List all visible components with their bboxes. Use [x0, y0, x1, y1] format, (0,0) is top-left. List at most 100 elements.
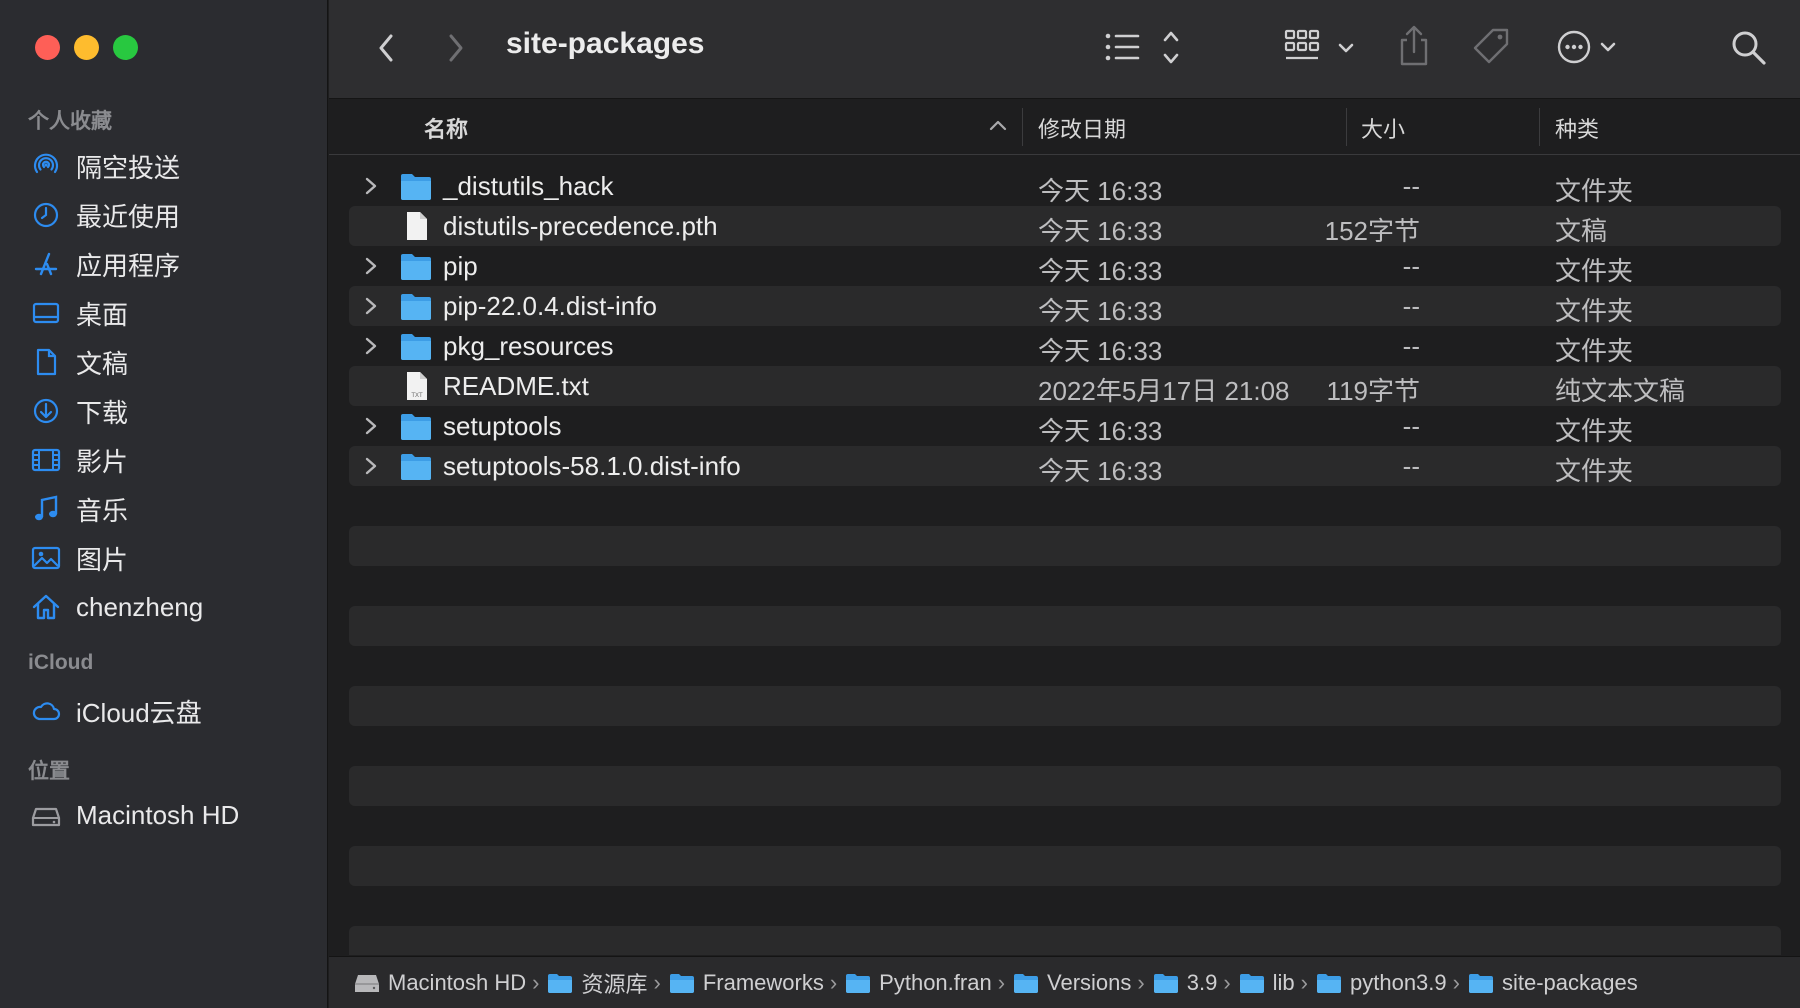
folder-icon [1014, 973, 1039, 993]
file-kind: 文件夹 [1555, 456, 1634, 486]
forward-button[interactable] [441, 30, 471, 66]
sidebar-item-airdrop[interactable]: 隔空投送 [28, 143, 318, 189]
path-item[interactable]: Macintosh HD › [354, 970, 547, 996]
locations-heading: 位置 [28, 760, 70, 783]
finder-window: 个人收藏 隔空投送 最近使用 应用程序 桌面 文稿 下载 影片 音乐 图片 ch… [0, 0, 1800, 1008]
search-button[interactable] [1729, 28, 1769, 68]
sidebar-item-label: chenzheng [76, 591, 204, 622]
file-date: 2022年5月17日 21:08 [1038, 376, 1290, 406]
document-file-icon [407, 212, 427, 240]
file-list: _distutils_hack 今天 16:33 -- 文件夹 distutil… [329, 155, 1800, 955]
toolbar: site-packages [329, 0, 1800, 99]
path-item[interactable]: 3.9 › [1153, 970, 1239, 996]
icloud-heading: iCloud [28, 651, 94, 674]
clock-icon [28, 197, 64, 233]
column-divider[interactable] [1539, 108, 1540, 146]
list-view-icon [1105, 31, 1179, 64]
empty-row-stripe [349, 686, 1781, 726]
favorites-heading: 个人收藏 [28, 110, 112, 133]
column-size-header[interactable]: 大小 [1361, 112, 1405, 144]
file-kind: 文件夹 [1555, 256, 1634, 286]
path-item[interactable]: lib › [1239, 970, 1316, 996]
column-kind-header[interactable]: 种类 [1555, 112, 1599, 144]
tags-button[interactable] [1471, 26, 1513, 68]
path-item[interactable]: Python.fran › [845, 970, 1013, 996]
back-button[interactable] [371, 30, 401, 66]
column-name-header[interactable]: 名称 [424, 112, 468, 144]
column-divider[interactable] [1346, 108, 1347, 146]
chevron-right-icon [449, 34, 463, 62]
file-name: _distutils_hack [443, 171, 614, 201]
disclosure-triangle-icon[interactable] [361, 175, 381, 197]
sidebar-item-label: 桌面 [76, 299, 129, 330]
file-row[interactable]: distutils-precedence.pth 今天 16:33 152字节 … [349, 206, 1781, 246]
desktop-icon [28, 295, 64, 331]
close-window-button[interactable] [35, 35, 60, 60]
zoom-window-button[interactable] [113, 35, 138, 60]
file-row[interactable]: TXT README.txt 2022年5月17日 21:08 119字节 纯文… [349, 366, 1781, 406]
path-separator-icon: › [532, 969, 540, 995]
file-row[interactable]: pkg_resources 今天 16:33 -- 文件夹 [349, 326, 1781, 366]
more-actions-button[interactable] [1557, 26, 1621, 68]
file-kind: 文件夹 [1555, 416, 1634, 446]
path-separator-icon: › [1300, 969, 1308, 995]
sidebar-item-icloud-drive[interactable]: iCloud云盘 [28, 688, 318, 734]
path-item[interactable]: python3.9 › [1316, 970, 1468, 996]
sidebar-item-recents[interactable]: 最近使用 [28, 192, 318, 238]
column-date-header[interactable]: 修改日期 [1038, 112, 1126, 144]
disclosure-triangle-icon[interactable] [361, 255, 381, 277]
file-row[interactable]: _distutils_hack 今天 16:33 -- 文件夹 [349, 166, 1781, 206]
path-bar: Macintosh HD › 资源库 › Frameworks › Python… [329, 956, 1800, 1008]
folder-icon [669, 973, 694, 993]
file-date: 今天 16:33 [1038, 416, 1163, 446]
sidebar-item-downloads[interactable]: 下载 [28, 388, 318, 434]
file-kind: 文件夹 [1555, 336, 1634, 366]
path-separator-icon: › [1223, 969, 1231, 995]
file-kind: 文稿 [1555, 216, 1608, 246]
airdrop-icon [28, 148, 64, 184]
file-row[interactable]: setuptools-58.1.0.dist-info 今天 16:33 -- … [349, 446, 1781, 486]
path-item[interactable]: 资源库 › [547, 967, 668, 999]
file-date: 今天 16:33 [1038, 336, 1163, 366]
empty-row-stripe [349, 606, 1781, 646]
cloud-icon [28, 693, 64, 729]
disclosure-triangle-icon[interactable] [361, 295, 381, 317]
path-item[interactable]: Frameworks › [669, 970, 845, 996]
sidebar-item-home[interactable]: chenzheng [28, 584, 318, 630]
file-row[interactable]: setuptools 今天 16:33 -- 文件夹 [349, 406, 1781, 446]
minimize-window-button[interactable] [74, 35, 99, 60]
view-list-button[interactable] [1104, 28, 1196, 68]
file-size: 152字节 [1324, 216, 1420, 246]
column-header: 名称 修改日期 大小 种类 [329, 100, 1800, 155]
sidebar-item-macintosh-hd[interactable]: Macintosh HD [28, 792, 318, 838]
file-row[interactable]: pip-22.0.4.dist-info 今天 16:33 -- 文件夹 [349, 286, 1781, 326]
sort-ascending-icon[interactable] [989, 118, 1007, 132]
file-row[interactable]: pip 今天 16:33 -- 文件夹 [349, 246, 1781, 286]
group-by-button[interactable] [1284, 26, 1364, 68]
window-controls [35, 35, 138, 60]
path-item[interactable]: site-packages [1468, 970, 1638, 996]
sidebar-item-documents[interactable]: 文稿 [28, 339, 318, 385]
sidebar-item-pictures[interactable]: 图片 [28, 535, 318, 581]
file-name: README.txt [443, 371, 589, 401]
sidebar-item-label: 隔空投送 [76, 152, 181, 183]
column-divider[interactable] [1022, 108, 1023, 146]
sidebar-item-applications[interactable]: 应用程序 [28, 241, 318, 287]
sidebar-item-label: 影片 [76, 446, 129, 477]
ellipsis-circle-icon [1557, 30, 1616, 64]
sidebar-item-movies[interactable]: 影片 [28, 437, 318, 483]
sidebar-item-music[interactable]: 音乐 [28, 486, 318, 532]
share-button[interactable] [1396, 24, 1432, 68]
empty-row-stripe [349, 526, 1781, 566]
sidebar-item-desktop[interactable]: 桌面 [28, 290, 318, 336]
disk-icon [355, 974, 379, 992]
disclosure-triangle-icon[interactable] [361, 415, 381, 437]
folder-icon [1239, 973, 1264, 993]
disclosure-triangle-icon[interactable] [361, 455, 381, 477]
file-date: 今天 16:33 [1038, 296, 1163, 326]
path-item-label: 资源库 [581, 971, 648, 997]
disclosure-triangle-icon[interactable] [361, 335, 381, 357]
share-icon [1400, 25, 1428, 66]
path-item[interactable]: Versions › [1013, 970, 1153, 996]
file-name: distutils-precedence.pth [443, 211, 718, 241]
